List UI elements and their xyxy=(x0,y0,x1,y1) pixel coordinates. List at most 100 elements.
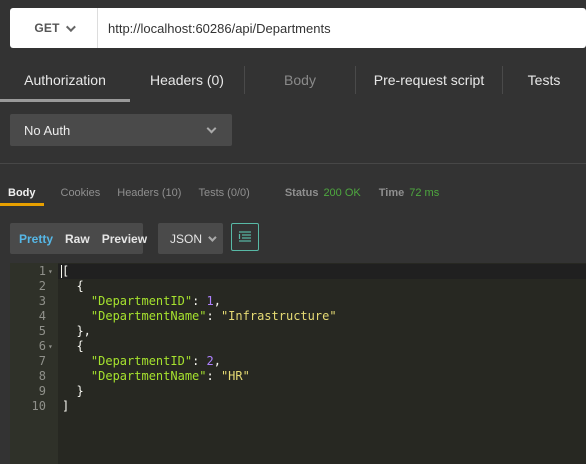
json-string: "Infrastructure" xyxy=(220,309,337,323)
auth-type-label: No Auth xyxy=(24,122,71,138)
code-line: 2 { xyxy=(10,279,586,294)
json-punctuation: }, xyxy=(62,324,91,338)
tab-label: Pre-request script xyxy=(373,72,485,88)
tab-label: Headers (10) xyxy=(117,187,182,199)
tab-tests[interactable]: Tests xyxy=(503,58,585,102)
view-mode-group: Pretty Raw Preview xyxy=(10,223,147,254)
code-line: 4 "DepartmentName": "Infrastructure" xyxy=(10,309,586,324)
json-punctuation: , xyxy=(213,294,221,308)
fold-arrow-icon[interactable]: ▾ xyxy=(48,264,53,279)
code-line: 8 "DepartmentName": "HR" xyxy=(10,369,586,384)
json-punctuation: , xyxy=(213,354,221,368)
code-line: 3 "DepartmentID": 1, xyxy=(10,294,586,309)
json-punctuation: } xyxy=(62,384,84,398)
code-line: 9 } xyxy=(10,384,586,399)
tab-label: Body xyxy=(284,72,316,88)
code-text: } xyxy=(62,384,84,399)
status-value: 200 OK xyxy=(323,187,361,199)
response-tab-body[interactable]: Body xyxy=(0,180,44,206)
request-url-bar: GET http://localhost:60286/api/Departmen… xyxy=(10,8,586,48)
view-pretty-button[interactable]: Pretty xyxy=(15,232,57,246)
line-number: 9 xyxy=(38,384,46,398)
code-text: { xyxy=(62,339,84,354)
line-number: 7 xyxy=(38,354,46,368)
response-tab-tests[interactable]: Tests (0/0) xyxy=(198,180,249,206)
code-text: { xyxy=(62,279,84,294)
response-tab-headers[interactable]: Headers (10) xyxy=(117,180,181,206)
json-punctuation: : xyxy=(206,369,221,383)
tab-label: Body xyxy=(8,187,36,199)
json-number: 2 xyxy=(206,354,214,368)
tab-pre-request-script[interactable]: Pre-request script xyxy=(356,58,502,102)
code-line: 10] xyxy=(10,399,586,414)
view-preview-button[interactable]: Preview xyxy=(98,232,151,246)
tab-label: Tests (0/0) xyxy=(198,187,250,199)
code-text: ] xyxy=(62,399,69,414)
time-value: 72 ms xyxy=(409,187,440,199)
code-text: }, xyxy=(62,324,91,339)
json-key: "DepartmentID" xyxy=(90,354,193,368)
line-number: 1 xyxy=(38,264,46,278)
json-punctuation xyxy=(62,294,91,308)
code-line: 5 }, xyxy=(10,324,586,339)
view-raw-button[interactable]: Raw xyxy=(61,232,94,246)
code-text: [ xyxy=(62,264,69,279)
json-number: 1 xyxy=(206,294,214,308)
fold-arrow-icon[interactable]: ▾ xyxy=(48,339,53,354)
line-number: 3 xyxy=(38,294,46,308)
json-string: "HR" xyxy=(220,369,250,383)
text-wrap-icon xyxy=(238,231,251,242)
url-input[interactable]: http://localhost:60286/api/Departments xyxy=(98,21,331,36)
json-punctuation xyxy=(62,309,91,323)
line-number: 10 xyxy=(31,399,46,413)
format-label: JSON xyxy=(170,231,203,246)
chevron-down-icon xyxy=(65,21,76,32)
tab-label: Headers (0) xyxy=(150,72,224,88)
tab-authorization[interactable]: Authorization xyxy=(0,58,130,102)
auth-type-dropdown[interactable]: No Auth xyxy=(10,114,232,146)
chevron-down-icon xyxy=(208,232,217,242)
json-punctuation: { xyxy=(62,339,84,353)
json-punctuation: : xyxy=(206,309,221,323)
json-punctuation: { xyxy=(62,279,84,293)
time-label: Time xyxy=(378,187,405,199)
json-punctuation: : xyxy=(192,354,207,368)
json-punctuation xyxy=(62,354,91,368)
code-text: "DepartmentName": "Infrastructure" xyxy=(62,309,337,324)
line-number: 8 xyxy=(38,369,46,383)
format-dropdown[interactable]: JSON xyxy=(158,223,223,254)
tab-label: Tests xyxy=(527,72,561,88)
code-text: "DepartmentName": "HR" xyxy=(62,369,250,384)
wrap-lines-button[interactable] xyxy=(231,223,259,251)
method-dropdown[interactable]: GET xyxy=(10,8,98,48)
response-tabs: Body Cookies Headers (10) Tests (0/0) St… xyxy=(0,180,440,206)
json-key: "DepartmentID" xyxy=(90,294,193,308)
active-line-highlight xyxy=(58,264,586,279)
tab-label: Cookies xyxy=(60,187,101,199)
request-tabs: Authorization Headers (0) Body Pre-reque… xyxy=(0,58,586,102)
tab-label: Authorization xyxy=(24,72,106,88)
json-punctuation: [ xyxy=(62,264,70,278)
tab-body[interactable]: Body xyxy=(245,58,355,102)
response-body-editor[interactable]: 1 ▾[2 {3 "DepartmentID": 1, 4 "DepartmentN… xyxy=(10,263,586,464)
json-punctuation: : xyxy=(192,294,207,308)
line-number: 6 xyxy=(38,339,46,353)
status-label: Status xyxy=(284,187,319,199)
code-line: 6 ▾ { xyxy=(10,339,586,354)
code-text: "DepartmentID": 1, xyxy=(62,294,221,309)
line-number: 4 xyxy=(38,309,46,323)
line-number: 5 xyxy=(38,324,46,338)
code-text: "DepartmentID": 2, xyxy=(62,354,221,369)
tab-headers[interactable]: Headers (0) xyxy=(130,58,244,102)
code-line: 7 "DepartmentID": 2, xyxy=(10,354,586,369)
chevron-down-icon xyxy=(206,123,217,134)
response-tab-cookies[interactable]: Cookies xyxy=(61,180,101,206)
section-divider xyxy=(0,163,586,164)
code-line: 1 ▾ [ xyxy=(10,264,586,279)
json-key: "DepartmentName" xyxy=(90,309,207,323)
line-number: 2 xyxy=(38,279,46,293)
json-punctuation: ] xyxy=(62,399,70,413)
json-key: "DepartmentName" xyxy=(90,369,207,383)
json-punctuation xyxy=(62,369,91,383)
method-label: GET xyxy=(34,21,60,35)
